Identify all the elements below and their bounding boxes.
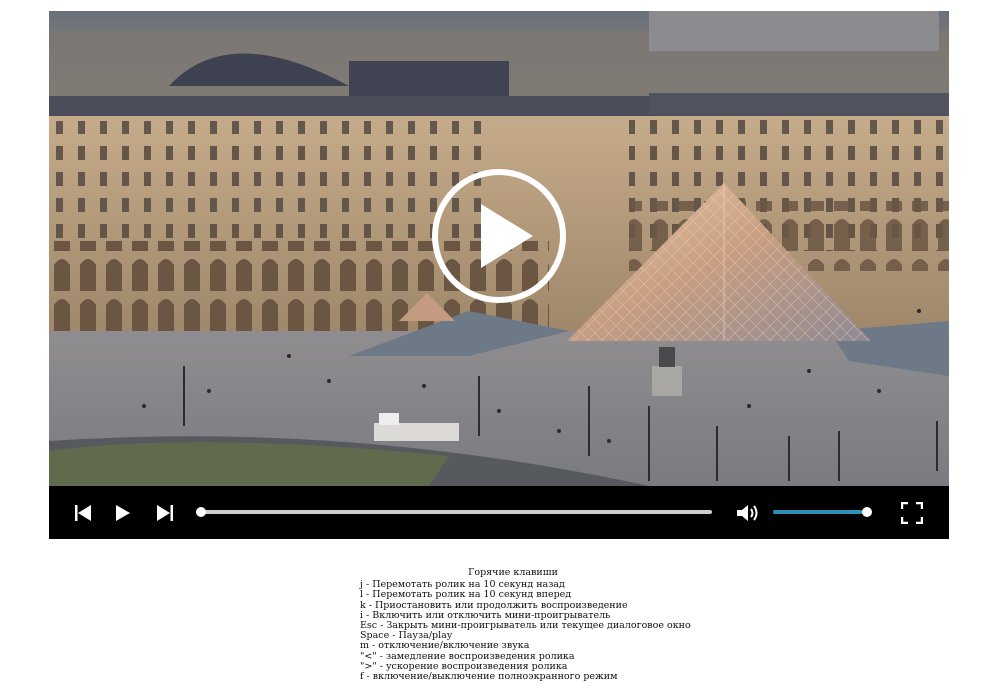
big-play-icon <box>432 169 566 303</box>
mute-button[interactable] <box>735 486 761 539</box>
hotkey-item: f - включение/выключение полноэкранного … <box>360 671 618 683</box>
skip-previous-icon <box>75 504 91 521</box>
fullscreen-button[interactable] <box>900 486 924 539</box>
hotkeys-panel: Горячие клавиши j - Перемотать ролик на … <box>360 567 691 683</box>
volume-level <box>773 510 867 514</box>
skip-next-icon <box>157 504 173 521</box>
previous-button[interactable] <box>71 486 95 539</box>
play-icon <box>116 504 130 521</box>
video-player[interactable] <box>49 11 949 539</box>
progress-bar[interactable] <box>196 507 712 517</box>
progress-thumb[interactable] <box>196 507 206 517</box>
fullscreen-icon <box>901 501 923 524</box>
hotkeys-list: j - Перемотать ролик на 10 секунд назад … <box>360 579 691 683</box>
volume-thumb[interactable] <box>862 507 872 517</box>
play-button[interactable] <box>111 486 135 539</box>
big-play-button[interactable] <box>431 168 567 304</box>
control-bar <box>49 486 949 539</box>
next-button[interactable] <box>153 486 177 539</box>
video-frame[interactable] <box>49 11 949 486</box>
volume-icon <box>737 504 758 521</box>
volume-slider[interactable] <box>773 507 872 517</box>
hotkeys-title: Горячие клавиши <box>468 567 558 578</box>
